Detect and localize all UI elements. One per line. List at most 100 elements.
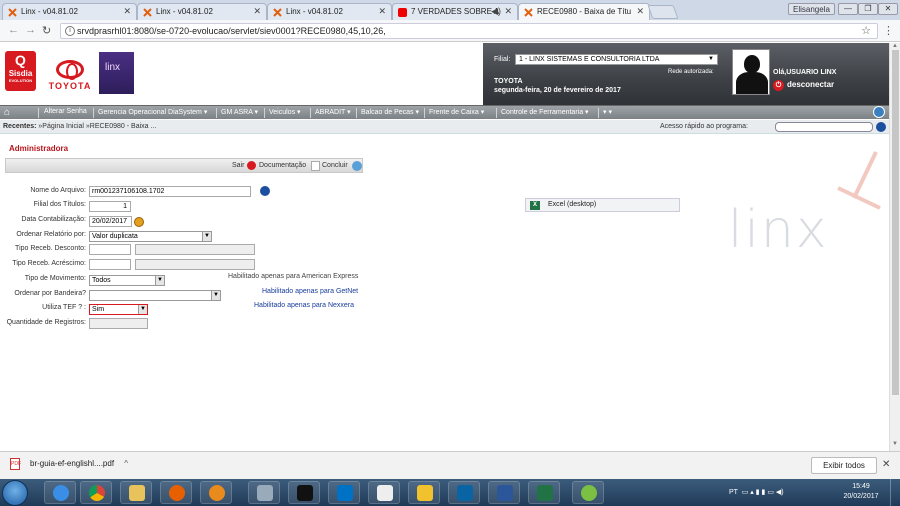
tipo-acr-code-input[interactable] bbox=[89, 259, 131, 270]
audio-icon[interactable]: ◀) bbox=[491, 6, 501, 17]
data-contab-input[interactable]: 20/02/2017 bbox=[89, 216, 132, 227]
outlook-icon[interactable] bbox=[448, 481, 480, 504]
close-window-icon[interactable]: ✕ bbox=[878, 3, 898, 15]
browser-menu-icon[interactable]: ⋮ bbox=[883, 24, 894, 37]
breadcrumb-path[interactable]: »Página Inicial »RECE0980 - Baixa ... bbox=[36, 123, 156, 130]
excel-taskbar-icon[interactable] bbox=[528, 481, 560, 504]
browser-user-button[interactable]: Elisangela bbox=[788, 3, 835, 15]
java-icon[interactable] bbox=[368, 481, 400, 504]
q-app-icon[interactable] bbox=[572, 481, 604, 504]
menu-item-abradit[interactable]: ABRADIT ▾ bbox=[315, 108, 351, 116]
language-indicator[interactable]: PT bbox=[729, 489, 738, 496]
home-icon[interactable]: ⌂ bbox=[4, 107, 10, 118]
close-icon[interactable]: ✕ bbox=[123, 6, 131, 17]
minimize-icon[interactable]: — bbox=[838, 3, 858, 15]
menu-item-ferramentaria[interactable]: Controle de Ferramentaria ▾ bbox=[501, 108, 589, 116]
menu-item-alterar-senha[interactable]: Alterar Senha bbox=[44, 108, 87, 115]
menu-item-gerencia[interactable]: Gerencia Operacional DiaSystem ▾ bbox=[98, 108, 207, 116]
toyota-emblem-icon bbox=[56, 60, 84, 80]
terminal-icon[interactable] bbox=[288, 481, 320, 504]
chevron-down-icon: ▼ bbox=[708, 56, 714, 62]
browser-tab-1[interactable]: Linx - v04.81.02 ✕ bbox=[2, 3, 137, 20]
close-icon[interactable]: ✕ bbox=[882, 459, 890, 470]
chevron-down-icon: ▼ bbox=[211, 291, 220, 300]
menu-item-gm-asra[interactable]: GM ASRA ▾ bbox=[221, 108, 258, 116]
tab-label: 7 VERDADES SOBRE A bbox=[411, 7, 500, 16]
search-icon[interactable] bbox=[260, 186, 270, 196]
reload-icon[interactable]: ↻ bbox=[42, 24, 51, 37]
exit-button[interactable]: Sair bbox=[232, 162, 244, 169]
go-arrow-icon[interactable] bbox=[876, 122, 886, 132]
filial-select[interactable]: 1 - LINX SISTEMAS E CONSULTORIA LTDA ▼ bbox=[515, 54, 718, 65]
lync-icon[interactable] bbox=[328, 481, 360, 504]
media-player-icon[interactable] bbox=[200, 481, 232, 504]
ie-icon[interactable] bbox=[44, 481, 76, 504]
close-icon[interactable]: ✕ bbox=[378, 6, 386, 17]
show-all-downloads-button[interactable]: Exibir todos bbox=[811, 457, 877, 474]
scrollbar-thumb[interactable] bbox=[892, 50, 899, 395]
close-icon[interactable]: ✕ bbox=[253, 6, 261, 17]
tray-icons[interactable]: ▭ ▴ ▮ ▮ ▭ ◀) bbox=[740, 489, 784, 496]
nome-arquivo-input[interactable]: rm001237106108.1702 bbox=[89, 186, 251, 197]
close-icon[interactable]: ✕ bbox=[504, 6, 512, 17]
browser-tab-4[interactable]: 7 VERDADES SOBRE A ◀) ✕ bbox=[392, 3, 518, 20]
download-item[interactable]: PDF br-guia-ef-englishl....pdf ^ bbox=[10, 458, 128, 470]
document-icon[interactable] bbox=[311, 161, 320, 171]
new-tab-button[interactable] bbox=[647, 5, 679, 19]
forward-arrow-icon[interactable]: → bbox=[25, 24, 36, 36]
browser-tab-2[interactable]: Linx - v04.81.02 ✕ bbox=[137, 3, 267, 20]
utiliza-tef-select[interactable]: Sim ▼ bbox=[89, 304, 148, 315]
scroll-down-icon[interactable]: ▼ bbox=[892, 441, 898, 447]
vertical-scrollbar[interactable]: ▲ ▼ bbox=[889, 43, 900, 451]
linx-x-icon bbox=[143, 8, 152, 17]
bookmark-star-icon[interactable]: ☆ bbox=[861, 24, 871, 38]
excel-export-button[interactable]: X Excel (desktop) bbox=[525, 198, 680, 212]
restore-icon[interactable]: ❐ bbox=[858, 3, 878, 15]
menu-item-frente-caixa[interactable]: Frente de Caixa ▾ bbox=[429, 108, 484, 116]
menu-item-veiculos[interactable]: Veiculos ▾ bbox=[269, 108, 301, 116]
info-icon[interactable]: i bbox=[65, 26, 75, 36]
finish-icon[interactable] bbox=[352, 161, 362, 171]
scroll-up-icon[interactable]: ▲ bbox=[892, 43, 898, 49]
label-utiliza-tef: Utiliza TEF ? : bbox=[42, 304, 86, 311]
tab-label: RECE0980 - Baixa de Títu bbox=[537, 7, 632, 16]
firefox-icon[interactable] bbox=[160, 481, 192, 504]
ordenar-relatorio-select[interactable]: Valor duplicata ▼ bbox=[89, 231, 212, 242]
docs-button[interactable]: Documentação bbox=[259, 162, 306, 169]
nexxera-note: Habilitado apenas para Nexxera bbox=[254, 302, 355, 309]
show-desktop-button[interactable] bbox=[890, 479, 900, 506]
close-icon[interactable]: ✕ bbox=[636, 6, 644, 17]
browser-tab-5[interactable]: RECE0980 - Baixa de Títu ✕ bbox=[518, 3, 650, 20]
chevron-up-icon[interactable]: ^ bbox=[124, 459, 128, 468]
filial-titulos-input[interactable]: 1 bbox=[89, 201, 131, 212]
label-data-contab: Data Contabilização: bbox=[21, 216, 86, 223]
menu-item-more[interactable]: ▾ ▾ bbox=[603, 108, 612, 116]
tipo-desc-code-input[interactable] bbox=[89, 244, 131, 255]
finish-button[interactable]: Concluir bbox=[322, 162, 348, 169]
address-bar: ← → ↻ i srvdprasrhl01:8080/se-0720-evolu… bbox=[0, 20, 900, 42]
sisdia-logo: Q Sisdia EVOLUTION bbox=[5, 51, 36, 91]
breadcrumb: Recentes: »Página Inicial »RECE0980 - Ba… bbox=[3, 123, 157, 130]
word-icon[interactable] bbox=[488, 481, 520, 504]
url-input[interactable]: i srvdprasrhl01:8080/se-0720-evolucao/se… bbox=[60, 23, 878, 39]
windows-start-icon[interactable] bbox=[2, 480, 28, 506]
system-tray: PT ▭ ▴ ▮ ▮ ▭ ◀) bbox=[729, 488, 784, 496]
network-icon[interactable] bbox=[408, 481, 440, 504]
clock[interactable]: 15:49 20/02/2017 bbox=[838, 482, 884, 502]
explorer-folder-icon[interactable] bbox=[120, 481, 152, 504]
quick-access-input[interactable] bbox=[775, 122, 873, 132]
browser-tab-3[interactable]: Linx - v04.81.02 ✕ bbox=[267, 3, 392, 20]
exit-icon[interactable] bbox=[247, 161, 256, 170]
tipo-movimento-select[interactable]: Todos ▼ bbox=[89, 275, 165, 286]
back-arrow-icon[interactable]: ← bbox=[8, 24, 19, 36]
globe-icon[interactable] bbox=[873, 106, 885, 118]
label-tipo-desc: Tipo Receb. Desconto: bbox=[15, 245, 86, 252]
label-ordenar-band: Ordenar por Bandeira? bbox=[14, 290, 86, 297]
calendar-icon[interactable] bbox=[134, 217, 144, 227]
logout-link[interactable]: ⏻ desconectar bbox=[773, 80, 834, 91]
remote-desktop-icon[interactable] bbox=[248, 481, 280, 504]
chrome-icon[interactable] bbox=[80, 481, 112, 504]
user-greeting: Olá,USUARIO LINX bbox=[773, 69, 837, 76]
menu-item-balcao[interactable]: Balcao de Pecas ▾ bbox=[361, 108, 419, 116]
ordenar-bandeira-select[interactable]: ▼ bbox=[89, 290, 221, 301]
